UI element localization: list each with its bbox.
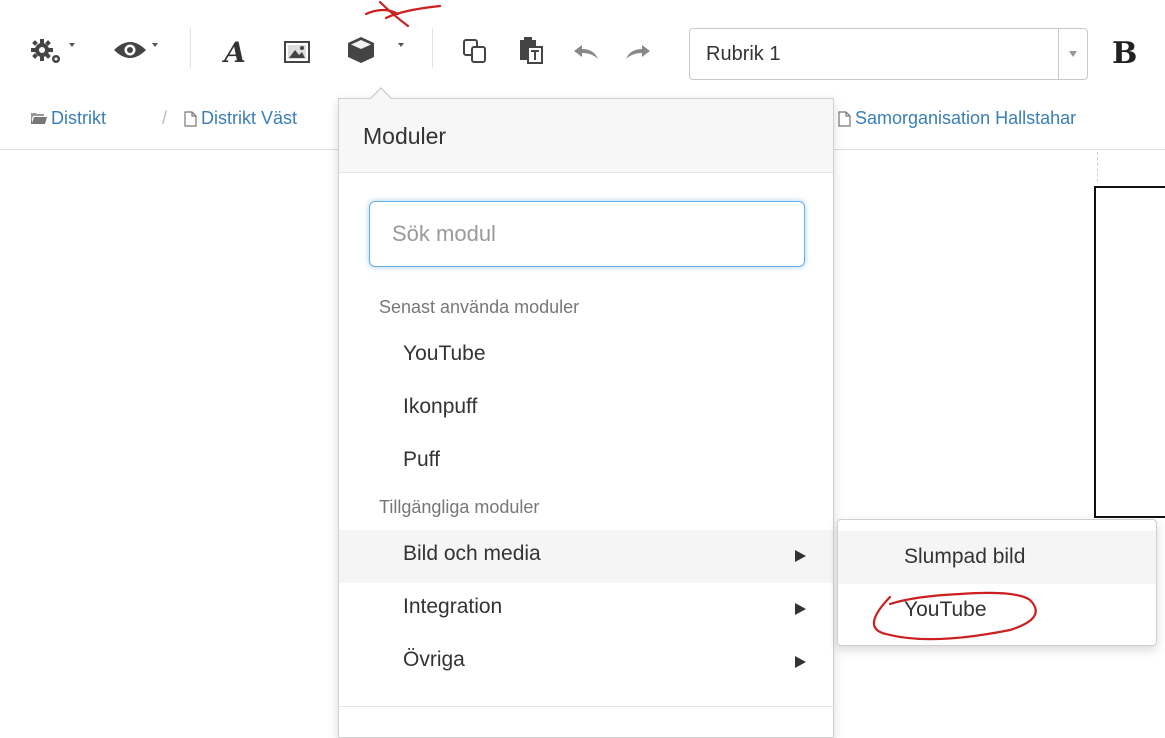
redo-button[interactable]: [622, 40, 654, 64]
page-icon: [184, 110, 197, 127]
cube-icon: [348, 37, 374, 63]
breadcrumb-label: Samorganisation Hallstahar: [855, 108, 1077, 128]
menu-item-label: Puff: [403, 448, 440, 471]
toolbar-divider: [432, 28, 433, 68]
paste-icon: [520, 37, 543, 64]
module-search-input[interactable]: [369, 201, 805, 267]
editor-toolbar: A Rubrik 1 B: [0, 0, 1165, 95]
copy-icon: [463, 39, 486, 63]
chevron-down-icon: [152, 43, 158, 47]
page-icon: [838, 110, 851, 127]
recent-module-youtube[interactable]: YouTube: [339, 330, 833, 383]
modules-menu-button[interactable]: [343, 34, 379, 66]
heading-style-value: Rubrik 1: [706, 43, 781, 65]
recent-module-ikonpuff[interactable]: Ikonpuff: [339, 383, 833, 436]
gear-icon: [31, 39, 60, 63]
toolbar-divider: [190, 28, 191, 68]
menu-item-label: Integration: [403, 595, 503, 618]
heading-style-select[interactable]: Rubrik 1: [689, 28, 1088, 80]
dropdown-title: Moduler: [363, 123, 447, 149]
menu-item-label: Ikonpuff: [403, 395, 478, 418]
dropdown-divider: [339, 706, 833, 707]
submenu-arrow-icon: [795, 603, 806, 615]
menu-item-label: Bild och media: [403, 542, 541, 565]
menu-item-label: YouTube: [904, 598, 987, 621]
copy-button[interactable]: [460, 36, 490, 66]
breadcrumb-separator: /: [162, 108, 168, 128]
module-category-ovriga[interactable]: Övriga: [339, 636, 833, 689]
module-category-bild-och-media[interactable]: Bild och media: [339, 530, 833, 583]
settings-menu-button[interactable]: [28, 38, 68, 66]
dropdown-header: Moduler: [339, 99, 833, 173]
eye-icon: [114, 42, 146, 58]
text-style-icon: A: [224, 35, 246, 69]
menu-item-label: Övriga: [403, 648, 465, 671]
breadcrumb-item-distrikt[interactable]: Distrikt: [31, 108, 106, 129]
undo-button[interactable]: [570, 40, 602, 64]
redo-icon: [626, 45, 650, 59]
module-category-integration[interactable]: Integration: [339, 583, 833, 636]
breadcrumb-item-samorganisation[interactable]: Samorganisation Hallstahar: [838, 108, 1076, 129]
chevron-down-icon: [69, 43, 75, 47]
chevron-down-icon[interactable]: [1058, 29, 1087, 79]
recent-module-puff[interactable]: Puff: [339, 436, 833, 489]
chevron-down-icon: [398, 43, 404, 47]
bold-button[interactable]: B: [1112, 36, 1137, 71]
menu-item-label: YouTube: [403, 342, 486, 365]
paste-button[interactable]: [516, 34, 546, 66]
breadcrumb-label: Distrikt Väst: [201, 108, 298, 128]
insert-image-button[interactable]: [280, 38, 314, 66]
bild-och-media-submenu: Slumpad bild YouTube: [837, 519, 1157, 646]
menu-item-label: Slumpad bild: [904, 545, 1026, 568]
undo-icon: [574, 45, 598, 59]
layout-guide: [1097, 152, 1098, 182]
preview-menu-button[interactable]: [110, 38, 150, 62]
available-modules-header: Tillgängliga moduler: [379, 497, 540, 517]
image-icon: [284, 41, 310, 63]
recent-modules-header: Senast använda moduler: [379, 297, 580, 317]
module-slumpad-bild[interactable]: Slumpad bild: [838, 531, 1156, 584]
module-youtube[interactable]: YouTube: [838, 584, 1156, 637]
submenu-arrow-icon: [795, 656, 806, 668]
breadcrumb-item-distrikt-vast[interactable]: Distrikt Väst: [184, 108, 297, 129]
modules-dropdown: Moduler Senast använda moduler YouTube I…: [338, 87, 834, 738]
breadcrumb-label: Distrikt: [51, 108, 106, 128]
submenu-arrow-icon: [795, 550, 806, 562]
content-block[interactable]: [1094, 186, 1165, 518]
text-style-button[interactable]: A: [220, 32, 250, 72]
folder-icon: [31, 113, 47, 124]
